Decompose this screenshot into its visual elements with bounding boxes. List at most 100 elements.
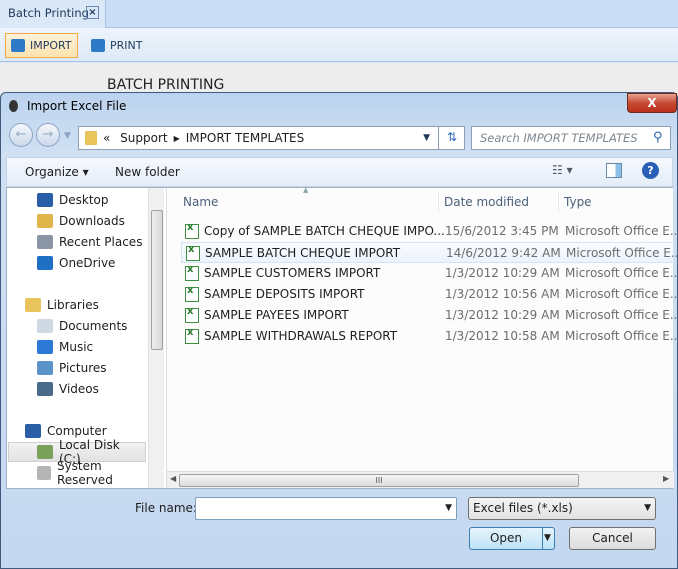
file-type: Microsoft Office E... [565, 308, 678, 322]
nav-item[interactable]: System Reserved [37, 459, 148, 487]
column-header-type[interactable]: Type [564, 192, 592, 214]
chevron-down-icon[interactable]: ▼ [644, 503, 651, 513]
excel-file-icon [185, 285, 199, 302]
nav-item-label: Computer [47, 424, 107, 438]
tab-label: Batch Printing [8, 6, 89, 20]
column-divider[interactable] [558, 192, 559, 212]
pictures-icon [37, 361, 53, 375]
excel-file-icon [185, 306, 199, 323]
app-icon [9, 100, 18, 112]
dialog-title: Import Excel File [27, 99, 127, 113]
file-date: 1/3/2012 10:29 AM [445, 308, 560, 322]
file-row[interactable]: Copy of SAMPLE BATCH CHEQUE IMPO... 15/6… [181, 221, 678, 242]
file-name-input[interactable]: ▼ [195, 497, 457, 520]
local-disk-icon [37, 445, 53, 459]
nav-item-label: Libraries [47, 298, 99, 312]
file-list: Name ▲ Date modified Type Copy of SAMPLE… [166, 186, 678, 488]
file-name: SAMPLE WITHDRAWALS REPORT [204, 329, 398, 343]
navigation-scrollbar[interactable] [148, 188, 164, 488]
sort-arrow-icon: ▲ [303, 186, 309, 194]
toolbar: IMPORT PRINT [0, 28, 678, 62]
nav-item-label: Downloads [59, 214, 125, 228]
file-date: 15/6/2012 3:45 PM [445, 224, 559, 238]
tab-close-button[interactable]: × [86, 6, 99, 19]
scroll-thumb[interactable] [151, 210, 163, 350]
address-bar[interactable]: « Support ▶ IMPORT TEMPLATES ▼ [78, 126, 465, 150]
file-type-value: Excel files (*.xls) [473, 501, 573, 515]
computer-icon [25, 424, 41, 438]
file-row[interactable]: SAMPLE WITHDRAWALS REPORT 1/3/2012 10:58… [181, 326, 678, 347]
tab-bar: Batch Printing × [0, 0, 678, 28]
file-date: 1/3/2012 10:58 AM [445, 329, 560, 343]
chevron-down-icon[interactable]: ▼ [445, 503, 452, 513]
close-button[interactable]: X [627, 93, 677, 113]
page-title: BATCH PRINTING [107, 77, 225, 93]
file-type: Microsoft Office E... [566, 246, 678, 260]
file-type: Microsoft Office E... [565, 224, 678, 238]
column-header-date[interactable]: Date modified [444, 192, 529, 214]
file-row[interactable]: SAMPLE PAYEES IMPORT 1/3/2012 10:29 AM M… [181, 305, 678, 326]
scroll-right-icon[interactable]: ▶ [663, 474, 669, 483]
forward-button[interactable]: → [36, 123, 60, 147]
nav-item[interactable]: Pictures [37, 358, 107, 378]
nav-item[interactable]: Downloads [37, 211, 125, 231]
breadcrumb-separator-icon[interactable]: ▶ [174, 134, 180, 143]
refresh-button[interactable]: ⇅ [438, 126, 465, 150]
address-overflow[interactable]: « [103, 131, 110, 145]
file-row[interactable]: SAMPLE DEPOSITS IMPORT 1/3/2012 10:56 AM… [181, 284, 678, 305]
address-dropdown-icon[interactable]: ▼ [423, 133, 430, 143]
scroll-thumb[interactable]: III [179, 474, 579, 487]
videos-icon [37, 382, 53, 396]
new-folder-button[interactable]: New folder [115, 165, 180, 179]
nav-item[interactable]: Documents [37, 316, 127, 336]
horizontal-scrollbar[interactable]: ◀ III ▶ [167, 471, 674, 488]
import-icon [11, 39, 25, 52]
view-options-icon[interactable]: ☷ ▾ [552, 163, 573, 177]
column-divider[interactable] [438, 192, 439, 212]
column-header-name[interactable]: Name [183, 192, 218, 214]
nav-item[interactable]: Videos [37, 379, 99, 399]
file-type: Microsoft Office E... [565, 287, 678, 301]
cancel-button[interactable]: Cancel [569, 527, 656, 550]
nav-item-label: Recent Places [59, 235, 143, 249]
file-type-select[interactable]: Excel files (*.xls) ▼ [468, 497, 656, 520]
back-button[interactable]: ← [9, 123, 33, 147]
file-type: Microsoft Office E... [565, 266, 678, 280]
excel-file-icon [185, 264, 199, 281]
nav-item[interactable]: OneDrive [37, 253, 115, 273]
nav-item[interactable]: Music [37, 337, 93, 357]
nav-item[interactable]: Recent Places [37, 232, 142, 252]
excel-file-icon [186, 244, 200, 261]
open-options-icon[interactable]: ▼ [544, 533, 551, 543]
search-input[interactable]: Search IMPORT TEMPLATES [471, 126, 671, 150]
nav-item[interactable]: Libraries [25, 295, 99, 315]
import-button[interactable]: IMPORT [5, 33, 78, 58]
nav-item-label: Documents [59, 319, 128, 333]
nav-item-label: System Reserved [56, 459, 113, 487]
file-name: SAMPLE CUSTOMERS IMPORT [204, 266, 381, 280]
file-row[interactable]: SAMPLE CUSTOMERS IMPORT 1/3/2012 10:29 A… [181, 263, 678, 284]
breadcrumb-support[interactable]: Support [120, 131, 167, 145]
help-icon[interactable]: ? [642, 162, 659, 179]
organize-button[interactable]: Organize ▾ [25, 165, 89, 179]
nav-item-label: Videos [59, 382, 99, 396]
scroll-left-icon[interactable]: ◀ [170, 474, 176, 483]
breadcrumb-import-templates[interactable]: IMPORT TEMPLATES [186, 131, 304, 145]
import-label: IMPORT [30, 39, 72, 52]
print-button[interactable]: PRINT [86, 33, 147, 58]
open-label: Open [489, 531, 523, 545]
folder-icon [85, 131, 97, 145]
nav-item[interactable]: Desktop [37, 190, 109, 210]
recent-places-icon [37, 235, 53, 249]
file-name: SAMPLE DEPOSITS IMPORT [204, 287, 365, 301]
command-bar: Organize ▾ New folder ☷ ▾ ? [6, 157, 673, 187]
open-button[interactable]: Open ▼ [469, 527, 555, 550]
preview-pane-icon[interactable] [606, 163, 622, 178]
recent-locations-dropdown[interactable]: ▼ [64, 131, 71, 141]
excel-file-icon [185, 327, 199, 344]
nav-item-label: OneDrive [59, 256, 116, 270]
search-icon[interactable]: ⚲ [653, 130, 663, 145]
file-row[interactable]: SAMPLE BATCH CHEQUE IMPORT 14/6/2012 9:4… [181, 242, 678, 263]
drive-icon [37, 466, 51, 480]
downloads-folder-icon [37, 214, 53, 228]
